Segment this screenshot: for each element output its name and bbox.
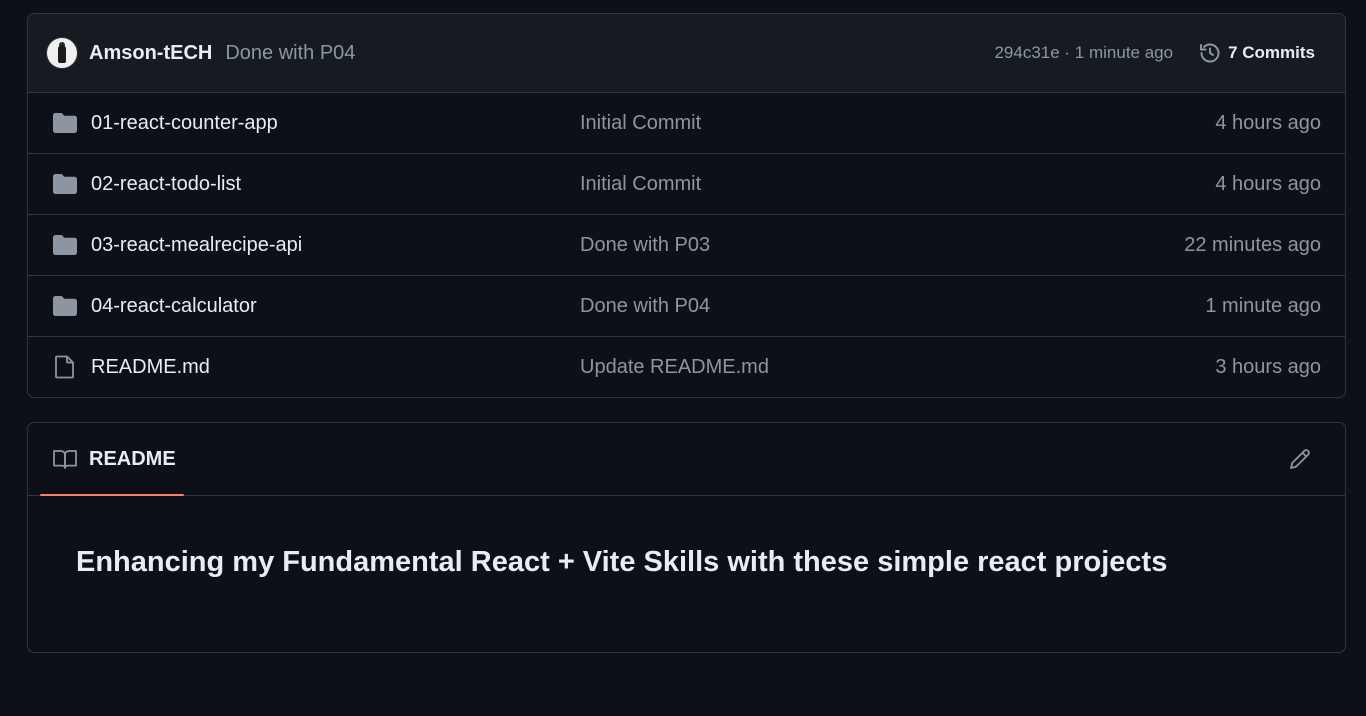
file-listing: Amson-tECH Done with P04 294c31e · 1 min… [27,13,1346,398]
file-name-link[interactable]: 04-react-calculator [91,295,257,318]
readme-heading: Enhancing my Fundamental React + Vite Sk… [76,546,1168,578]
file-row[interactable]: 01-react-counter-app Initial Commit 4 hour… [28,93,1345,154]
file-commit-message-link[interactable]: Initial Commit [580,112,701,135]
file-row[interactable]: README.md Update README.md 3 hours ago [28,337,1345,397]
file-row[interactable]: 02-react-todo-list Initial Commit 4 hours … [28,154,1345,215]
file-commit-time: 3 hours ago [1215,356,1321,378]
file-commit-time: 4 hours ago [1215,111,1321,134]
folder-icon [52,294,78,318]
commit-author-link[interactable]: Amson-tECH [89,42,212,65]
readme-panel: README Enhancing my Fundamental React + … [27,422,1346,653]
author-avatar[interactable] [47,38,77,68]
folder-icon [52,111,78,135]
commit-message-link[interactable]: Done with P04 [225,42,355,65]
commit-hash-time[interactable]: 294c31e · 1 minute ago [994,43,1173,63]
file-icon [52,355,78,379]
file-commit-time: 1 minute ago [1205,294,1321,317]
file-commit-time: 22 minutes ago [1184,233,1321,256]
readme-content: Enhancing my Fundamental React + Vite Sk… [28,496,1345,579]
commits-history-link[interactable]: 7 Commits [1198,41,1315,65]
file-commit-message-link[interactable]: Update README.md [580,356,769,379]
file-name-link[interactable]: 01-react-counter-app [91,112,278,135]
readme-header: README [28,423,1345,496]
history-icon [1200,43,1220,63]
file-row[interactable]: 04-react-calculator Done with P04 1 minute… [28,276,1345,337]
latest-commit-header: Amson-tECH Done with P04 294c31e · 1 min… [28,14,1345,93]
active-tab-underline [40,494,184,496]
file-name-link[interactable]: 03-react-mealrecipe-api [91,234,302,257]
folder-icon [52,233,78,257]
file-name-link[interactable]: 02-react-todo-list [91,173,241,196]
book-icon [53,450,77,469]
file-commit-message-link[interactable]: Done with P04 [580,295,710,318]
readme-tab-label: README [89,447,176,470]
folder-icon [52,172,78,196]
file-commit-message-link[interactable]: Initial Commit [580,173,701,196]
edit-pencil-icon[interactable] [1287,446,1313,472]
readme-tab[interactable]: README [40,423,184,496]
file-name-link[interactable]: README.md [91,356,210,379]
file-row[interactable]: 03-react-mealrecipe-api Done with P03 22 m… [28,215,1345,276]
commits-count-label: 7 Commits [1228,43,1315,62]
file-commit-time: 4 hours ago [1215,172,1321,195]
file-commit-message-link[interactable]: Done with P03 [580,234,710,257]
